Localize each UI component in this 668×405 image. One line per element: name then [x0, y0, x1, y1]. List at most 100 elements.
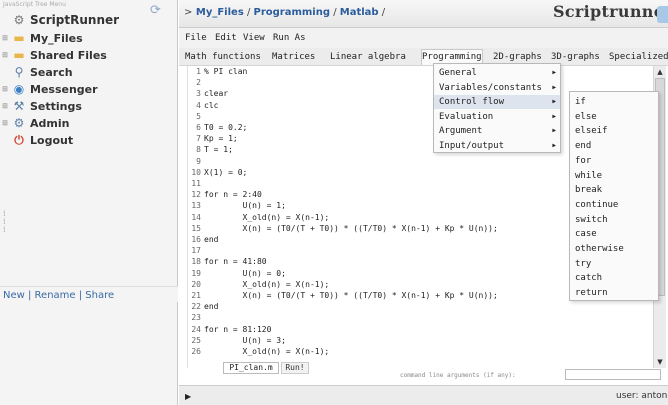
control-flow-item[interactable]: for	[570, 154, 658, 168]
control-flow-item[interactable]: switch	[570, 213, 658, 227]
code-line[interactable]: 17	[188, 246, 204, 255]
code-text[interactable]: T0 = 0.2;	[204, 123, 247, 132]
code-line[interactable]: 19 U(n) = 0;	[188, 269, 286, 278]
programming-menu-item[interactable]: Input/output ▶	[434, 139, 560, 153]
code-text[interactable]: X_old(n) = X(n-1);	[204, 213, 330, 222]
code-text[interactable]: U(n) = 0;	[204, 269, 286, 278]
tab-math-functions[interactable]: Math functions	[185, 52, 261, 62]
code-line[interactable]: 23	[188, 313, 204, 322]
control-flow-item[interactable]: break	[570, 183, 658, 197]
code-line[interactable]: 18 for n = 41:80	[188, 257, 267, 266]
new-link[interactable]: New	[3, 290, 25, 301]
sidebar-item-search[interactable]: ⚲ Search	[0, 64, 73, 80]
sidebar-item-scriptrunner[interactable]: ⚙ ScriptRunner	[0, 12, 119, 28]
code-line[interactable]: 24 for n = 81:120	[188, 325, 271, 334]
code-line[interactable]: 16 end	[188, 235, 218, 244]
expander-icon[interactable]: ⊞	[0, 33, 10, 43]
code-text[interactable]: U(n) = 3;	[204, 336, 286, 345]
play-icon[interactable]: ▶	[185, 392, 191, 401]
code-text[interactable]: % PI clan	[204, 67, 247, 76]
code-text[interactable]: for n = 41:80	[204, 257, 267, 266]
control-flow-item[interactable]: catch	[570, 271, 658, 285]
sidebar-item-messenger[interactable]: ⊞ ◉ Messenger	[0, 81, 98, 97]
run-button[interactable]: Run!	[281, 362, 309, 374]
tab-2d-graphs[interactable]: 2D-graphs	[493, 52, 542, 62]
code-text[interactable]: X_old(n) = X(n-1);	[204, 280, 330, 289]
share-link[interactable]: Share	[85, 290, 114, 301]
code-text[interactable]: Kp = 1;	[204, 134, 238, 143]
programming-menu-item[interactable]: Control flow ▶	[434, 95, 560, 109]
code-line[interactable]: 11	[188, 179, 204, 188]
code-line[interactable]: 3 clear	[188, 89, 228, 98]
control-flow-item[interactable]: if	[570, 95, 658, 109]
control-flow-item[interactable]: try	[570, 257, 658, 271]
breadcrumb-programming[interactable]: Programming	[254, 7, 331, 18]
rename-link[interactable]: Rename	[35, 290, 76, 301]
expander-icon[interactable]: ⊞	[0, 84, 10, 94]
code-line[interactable]: 8T = 1;	[188, 145, 233, 154]
code-line[interactable]: 22 end	[188, 302, 218, 311]
code-line[interactable]: 25 U(n) = 3;	[188, 336, 286, 345]
code-text[interactable]: X(n) = (T0/(T + T0)) * ((T/T0) * X(n-1) …	[204, 291, 498, 300]
code-line[interactable]: 1% PI clan	[188, 67, 247, 76]
menu-run-as[interactable]: Run As	[273, 33, 306, 43]
expander-icon[interactable]: ⊞	[0, 101, 10, 111]
code-text[interactable]: for n = 2:40	[204, 190, 262, 199]
code-line[interactable]: 2	[188, 78, 204, 87]
control-flow-item[interactable]: elseif	[570, 124, 658, 138]
code-line[interactable]: 6 T0 = 0.2;	[188, 123, 247, 132]
code-text[interactable]: end	[204, 302, 218, 311]
scroll-down-icon[interactable]: ▼	[655, 357, 665, 367]
code-line[interactable]: 12 for n = 2:40	[188, 190, 262, 199]
args-input[interactable]	[565, 369, 661, 380]
code-line[interactable]: 20 X_old(n) = X(n-1);	[188, 280, 329, 289]
code-text[interactable]: T = 1;	[204, 145, 233, 154]
code-line[interactable]: 4 clc	[188, 101, 218, 110]
breadcrumb-my-files[interactable]: My_Files	[196, 7, 244, 18]
menu-edit[interactable]: Edit	[215, 33, 237, 43]
scroll-up-icon[interactable]: ▲	[655, 67, 665, 77]
code-line[interactable]: 21 X(n) = (T0/(T + T0)) * ((T/T0) * X(n-…	[188, 291, 498, 300]
code-line[interactable]: 7 Kp = 1;	[188, 134, 238, 143]
breadcrumb-matlab[interactable]: Matlab	[340, 7, 379, 18]
menu-file[interactable]: File	[185, 33, 207, 43]
control-flow-item[interactable]: otherwise	[570, 242, 658, 256]
menu-view[interactable]: View	[243, 33, 265, 43]
splitter-handle[interactable]: ⁞ ⁞ ⁞	[3, 210, 7, 240]
code-text[interactable]: clear	[204, 89, 228, 98]
programming-menu-item[interactable]: Evaluation ▶	[434, 110, 560, 124]
programming-menu-item[interactable]: Variables/constants ▶	[434, 81, 560, 95]
programming-menu-item[interactable]: Argument ▶	[434, 124, 560, 138]
control-flow-item[interactable]: return	[570, 286, 658, 300]
code-text[interactable]: X_old(n) = X(n-1);	[204, 347, 330, 356]
code-text[interactable]: end	[204, 235, 218, 244]
tab-3d-graphs[interactable]: 3D-graphs	[551, 52, 600, 62]
code-line[interactable]: 14 X_old(n) = X(n-1);	[188, 213, 329, 222]
control-flow-item[interactable]: end	[570, 139, 658, 153]
programming-menu-item[interactable]: General ▶	[434, 66, 560, 80]
control-flow-item[interactable]: case	[570, 227, 658, 241]
sidebar-item-logout[interactable]: ⏻ Logout	[0, 132, 73, 148]
code-line[interactable]: 26 X_old(n) = X(n-1);	[188, 347, 329, 356]
code-text[interactable]: X(n) = (T0/(T + T0)) * ((T/T0) * X(n-1) …	[204, 224, 498, 233]
refresh-icon[interactable]: ⟳	[150, 4, 164, 18]
sidebar-item-my-files[interactable]: ⊞ ▬ My_Files	[0, 30, 83, 46]
sidebar-item-shared-files[interactable]: ⊞ ▬ Shared Files	[0, 47, 107, 63]
control-flow-item[interactable]: continue	[570, 198, 658, 212]
sidebar-item-admin[interactable]: ⊞ ⚙ Admin	[0, 115, 69, 131]
code-line[interactable]: 5	[188, 112, 204, 121]
code-line[interactable]: 10 X(1) = 0;	[188, 168, 247, 177]
code-line[interactable]: 15 X(n) = (T0/(T + T0)) * ((T/T0) * X(n-…	[188, 224, 498, 233]
control-flow-item[interactable]: else	[570, 110, 658, 124]
tab-linear-algebra[interactable]: Linear algebra	[330, 52, 406, 62]
tab-specialized[interactable]: Specialized	[609, 52, 668, 62]
code-text[interactable]: U(n) = 1;	[204, 201, 286, 210]
control-flow-item[interactable]: while	[570, 169, 658, 183]
code-line[interactable]: 13 U(n) = 1;	[188, 201, 286, 210]
code-line[interactable]: 9	[188, 157, 204, 166]
expander-icon[interactable]: ⊞	[0, 118, 10, 128]
sidebar-item-settings[interactable]: ⊞ ⚒ Settings	[0, 98, 82, 114]
code-text[interactable]: for n = 81:120	[204, 325, 271, 334]
code-text[interactable]: clc	[204, 101, 218, 110]
file-tab-pi-clan[interactable]: PI_clan.m	[223, 362, 279, 374]
